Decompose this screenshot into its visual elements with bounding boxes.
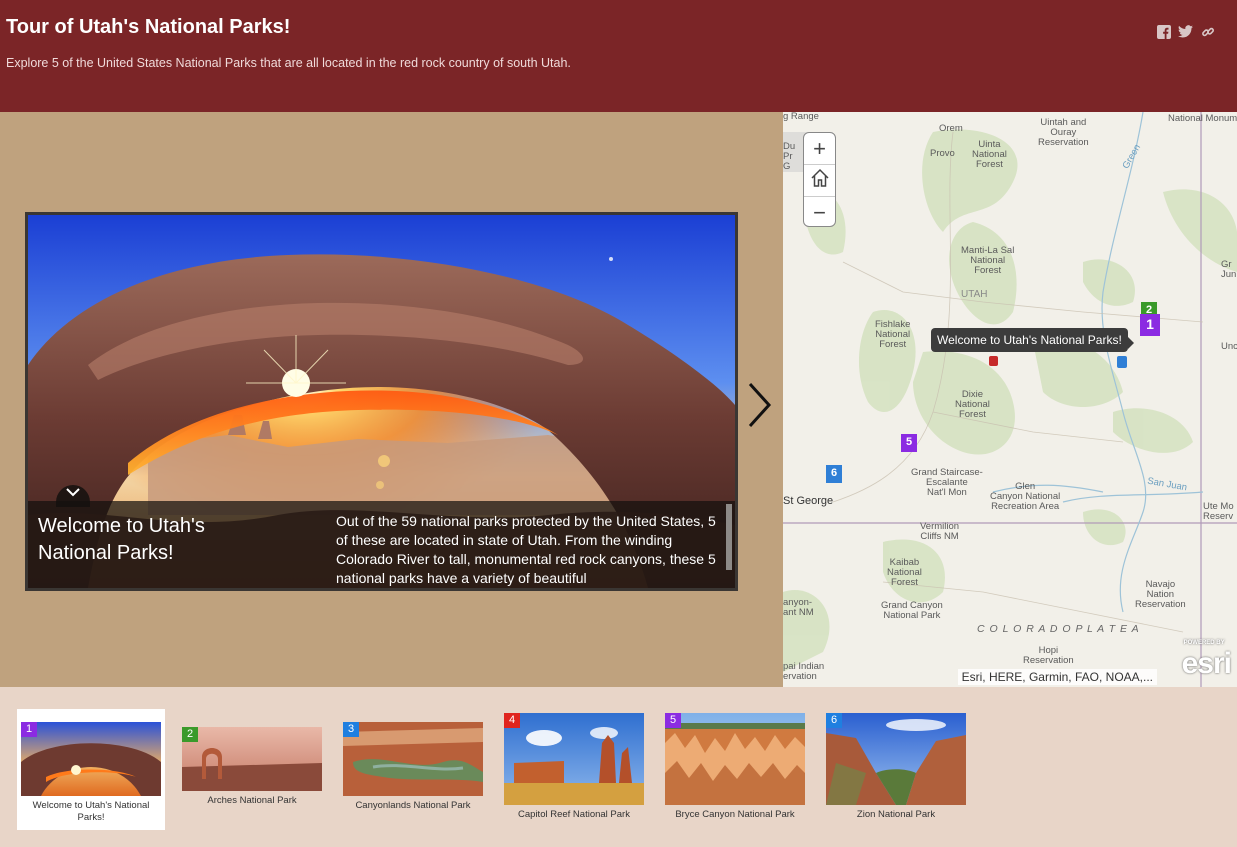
thumb-image-canyonlands: 3 [343, 722, 483, 796]
map-label-uintah-ouray: Uintah and Ouray Reservation [1038, 117, 1089, 148]
carousel: 1 Welcome to Utah's National Parks! 2 Ar… [0, 687, 1237, 847]
thumb-label: Canyonlands National Park [355, 800, 471, 811]
thumb-image-arches: 2 [182, 727, 322, 791]
caption-scrollbar[interactable] [726, 504, 732, 570]
home-icon [810, 168, 830, 194]
link-icon[interactable] [1200, 24, 1215, 39]
twitter-icon[interactable] [1178, 24, 1193, 39]
map-marker-1[interactable]: 1 [1140, 314, 1160, 336]
caption-title: Welcome to Utah's National Parks! [38, 515, 205, 564]
map-label-unc: Unc [1221, 341, 1237, 352]
thumb-number: 3 [343, 722, 359, 737]
thumb-image-capitol-reef: 4 [504, 713, 644, 805]
map-label-ute-mountain: Ute Mo Reserv [1203, 501, 1234, 522]
media-frame: Welcome to Utah's National Parks! Out of… [25, 212, 738, 591]
facebook-icon[interactable] [1156, 24, 1171, 39]
thumb-label: Zion National Park [856, 809, 936, 820]
map-label-national-monument: National Monum [1168, 113, 1237, 124]
map-marker-5[interactable]: 5 [901, 434, 917, 452]
chevron-down-icon [66, 488, 80, 497]
map-label-pai-indian: pai Indian ervation [783, 661, 825, 682]
carousel-item-2[interactable]: 2 Arches National Park [182, 727, 322, 807]
carousel-item-6[interactable]: 6 Zion National Park [826, 713, 966, 821]
map-label-manti: Manti-La Sal National Forest [961, 245, 1015, 276]
esri-logo-text: esri [1181, 647, 1232, 680]
map-label-orem: Orem [939, 123, 963, 134]
map-label-utah: UTAH [961, 289, 988, 300]
zoom-control: + − [803, 132, 836, 227]
map-label-navajo: Navajo Nation Reservation [1135, 579, 1186, 610]
map-label-du-pr: Du Pr G [783, 141, 796, 172]
thumb-image-bryce-canyon: 5 [665, 713, 805, 805]
thumb-number: 1 [21, 722, 37, 737]
map-attribution[interactable]: Esri, HERE, Garmin, FAO, NOAA,... [957, 669, 1157, 685]
thumb-image-mesa-arch: 1 [21, 722, 161, 796]
map-label-grand-staircase: Grand Staircase- Escalante Nat'l Mon [911, 467, 983, 498]
map-label-canyon-nm: anyon- ant NM [783, 597, 814, 618]
map-marker-6[interactable]: 6 [826, 465, 842, 483]
story-panel: Welcome to Utah's National Parks! Out of… [0, 112, 783, 687]
map-panel[interactable]: g Range Du Pr G Orem Provo Uintah and Ou… [783, 112, 1237, 687]
thumb-number: 5 [665, 713, 681, 728]
thumb-label: Bryce Canyon National Park [675, 809, 795, 820]
map-label-provo: Provo [930, 148, 955, 159]
map-label-grand-canyon: Grand Canyon National Park [881, 600, 943, 621]
thumb-label: Capitol Reef National Park [518, 809, 630, 820]
map-label-fishlake: Fishlake National Forest [875, 319, 911, 350]
thumb-number: 6 [826, 713, 842, 728]
caption-panel: Welcome to Utah's National Parks! Out of… [28, 485, 735, 588]
map-label-colorado-plateau: C O L O R A D O P L A T E A [977, 623, 1140, 635]
map-label-kaibab: Kaibab National Forest [887, 557, 922, 588]
thumb-image-zion: 6 [826, 713, 966, 805]
map-label-uinta-nf: Uinta National Forest [972, 139, 1007, 170]
thumb-number: 2 [182, 727, 198, 742]
map-label-glen-canyon: Glen Canyon National Recreation Area [990, 481, 1061, 512]
header: Tour of Utah's National Parks! Explore 5… [0, 0, 1237, 112]
carousel-item-1[interactable]: 1 Welcome to Utah's National Parks! [17, 709, 165, 830]
share-bar [1156, 24, 1215, 39]
map-label-st-george: St George [783, 495, 834, 507]
map-marker-3[interactable] [1117, 356, 1127, 368]
page-subtitle: Explore 5 of the United States National … [6, 56, 571, 70]
map-label-hopi: Hopi Reservation [1023, 645, 1074, 666]
thumb-label: Arches National Park [207, 795, 297, 806]
page-title: Tour of Utah's National Parks! [6, 16, 291, 38]
carousel-item-4[interactable]: 4 Capitol Reef National Park [504, 713, 644, 821]
caption-text: Out of the 59 national parks protected b… [336, 513, 716, 586]
map-label-grand-junction: Gr Jun [1221, 259, 1237, 280]
zoom-out-button[interactable]: − [804, 197, 835, 228]
carousel-item-5[interactable]: 5 Bryce Canyon National Park [665, 713, 805, 821]
map-marker-4[interactable] [989, 356, 998, 366]
map-label-vermilion: Vermilion Cliffs NM [920, 521, 960, 542]
esri-logo[interactable]: POWERED BY esri [1181, 640, 1232, 681]
map-label-range: g Range [783, 112, 819, 122]
next-button[interactable] [745, 380, 775, 430]
thumb-number: 4 [504, 713, 520, 728]
home-button[interactable] [804, 165, 835, 197]
zoom-in-button[interactable]: + [804, 133, 835, 165]
map-tooltip: Welcome to Utah's National Parks! [931, 328, 1134, 352]
esri-logo-powered-by: POWERED BY [1183, 640, 1225, 646]
thumb-label: Welcome to Utah's National Parks! [32, 800, 150, 823]
carousel-item-3[interactable]: 3 Canyonlands National Park [343, 722, 483, 812]
map-label-dixie: Dixie National Forest [955, 389, 990, 420]
chevron-right-icon [745, 382, 775, 434]
